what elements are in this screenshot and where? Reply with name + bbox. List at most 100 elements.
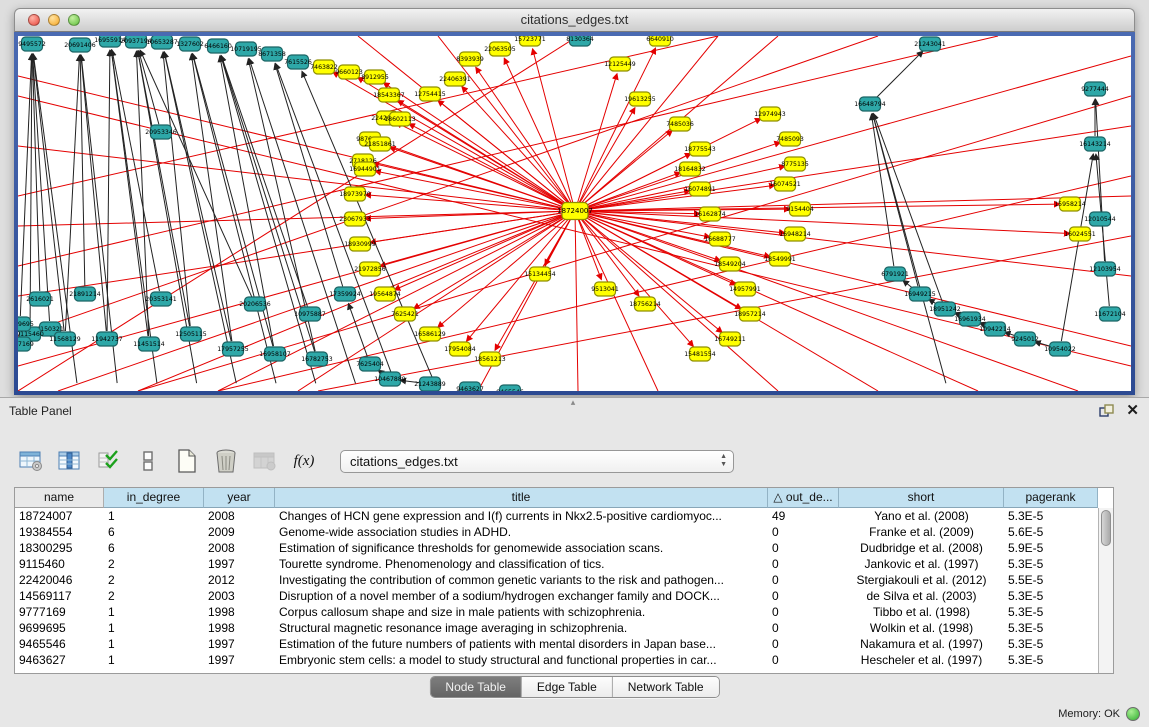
yellow-node[interactable]: 22406391	[439, 72, 471, 86]
column-header-pagerank[interactable]: pagerank	[1004, 488, 1098, 508]
teal-node[interactable]: 6791921	[881, 267, 909, 281]
zoom-window-icon[interactable]	[68, 14, 80, 26]
table-cell[interactable]: Stergiakouli et al. (2012)	[839, 572, 1004, 588]
yellow-node[interactable]: 18164832	[674, 162, 706, 176]
table-cell[interactable]: 5.3E-5	[1004, 508, 1098, 524]
yellow-node[interactable]: 9154404	[786, 202, 814, 216]
table-cell[interactable]: 49	[768, 508, 839, 524]
table-cell[interactable]: 9463627	[15, 652, 104, 668]
table-cell[interactable]: 0	[768, 588, 839, 604]
table-row[interactable]: 1872400712008Changes of HCN gene express…	[15, 508, 1098, 524]
table-cell[interactable]: 9777169	[15, 604, 104, 620]
table-cell[interactable]: 2008	[204, 540, 275, 556]
table-vertical-scrollbar[interactable]	[1098, 508, 1113, 673]
yellow-node[interactable]: 7625421	[391, 307, 419, 321]
table-cell[interactable]: Wolkin et al. (1998)	[839, 620, 1004, 636]
black-edge[interactable]	[1061, 154, 1093, 341]
red-edge[interactable]	[18, 146, 575, 211]
table-cell[interactable]: Genome-wide association studies in ADHD.	[275, 524, 768, 540]
table-cell[interactable]: 5.3E-5	[1004, 604, 1098, 620]
table-row[interactable]: 946362711997Embryonic stem cells: a mode…	[15, 652, 1098, 668]
delete-column-icon[interactable]	[211, 446, 241, 476]
table-cell[interactable]: 5.5E-5	[1004, 572, 1098, 588]
teal-node[interactable]: 1327602	[176, 37, 204, 51]
yellow-node[interactable]: 16074521	[769, 177, 801, 191]
table-cell[interactable]: Hescheler et al. (1997)	[839, 652, 1004, 668]
minimize-window-icon[interactable]	[48, 14, 60, 26]
teal-node[interactable]: 12010544	[1084, 212, 1116, 226]
yellow-node[interactable]: 16948214	[779, 227, 811, 241]
table-cell[interactable]: 0	[768, 572, 839, 588]
yellow-node[interactable]: 18549204	[714, 257, 746, 271]
table-cell[interactable]: Yano et al. (2008)	[839, 508, 1004, 524]
red-edge[interactable]	[504, 58, 571, 204]
yellow-node[interactable]: 6640910	[646, 36, 674, 46]
select-columns-icon[interactable]	[94, 446, 124, 476]
table-cell[interactable]: 1998	[204, 620, 275, 636]
yellow-node[interactable]: 19613255	[624, 92, 656, 106]
yellow-node[interactable]: 9513041	[591, 282, 619, 296]
table-cell[interactable]: 22420046	[15, 572, 104, 588]
create-column-icon[interactable]	[172, 446, 202, 476]
yellow-node[interactable]: 18756214	[629, 297, 661, 311]
table-cell[interactable]: Franke et al. (2009)	[839, 524, 1004, 540]
black-edge[interactable]	[348, 303, 367, 356]
teal-node[interactable]: 6466160	[204, 39, 232, 53]
network-canvas[interactable]: 9495572206914061695591420937194106532871…	[18, 36, 1131, 391]
teal-node[interactable]: 7625404	[356, 357, 384, 371]
table-cell[interactable]: 18300295	[15, 540, 104, 556]
teal-node[interactable]: 20691406	[64, 38, 96, 52]
black-edge[interactable]	[275, 64, 343, 287]
table-cell[interactable]: 1	[104, 604, 204, 620]
table-row[interactable]: 946554611997Estimation of the future num…	[15, 636, 1098, 652]
table-cell[interactable]: Tibbo et al. (1998)	[839, 604, 1004, 620]
teal-node[interactable]: 17359924	[329, 287, 361, 301]
teal-node[interactable]: 10975887	[294, 307, 326, 321]
table-cell[interactable]: Changes of HCN gene expression and I(f) …	[275, 508, 768, 524]
teal-node[interactable]: 17957255	[217, 342, 249, 356]
table-cell[interactable]: 1	[104, 620, 204, 636]
table-cell[interactable]: 0	[768, 652, 839, 668]
yellow-node[interactable]: 7485036	[666, 117, 694, 131]
rows-icon[interactable]	[133, 446, 163, 476]
teal-node[interactable]: 10954022	[1044, 342, 1076, 356]
teal-node[interactable]: 12505115	[175, 327, 207, 341]
column-header-title[interactable]: title	[275, 488, 768, 508]
black-edge[interactable]	[163, 52, 190, 326]
table-row[interactable]: 1830029562008Estimation of significance …	[15, 540, 1098, 556]
table-cell[interactable]: 0	[768, 540, 839, 556]
red-edge[interactable]	[397, 100, 568, 206]
table-cell[interactable]: 2009	[204, 524, 275, 540]
table-cell[interactable]: 1997	[204, 636, 275, 652]
teal-node[interactable]: 10467889	[374, 372, 406, 386]
table-cell[interactable]: Nakamura et al. (1997)	[839, 636, 1004, 652]
teal-node[interactable]: 16958107	[259, 347, 291, 361]
table-cell[interactable]: Investigating the contribution of common…	[275, 572, 768, 588]
red-edge[interactable]	[581, 216, 722, 333]
table-cell[interactable]: 0	[768, 524, 839, 540]
teal-node[interactable]: 9495572	[18, 37, 46, 51]
table-cell[interactable]: 1	[104, 652, 204, 668]
table-cell[interactable]: Dudbridge et al. (2008)	[839, 540, 1004, 556]
teal-node[interactable]: 11672104	[1094, 307, 1126, 321]
table-cell[interactable]: 5.9E-5	[1004, 540, 1098, 556]
teal-node[interactable]: 16143214	[1079, 137, 1111, 151]
red-edge[interactable]	[414, 215, 569, 309]
yellow-node[interactable]: 22063505	[484, 42, 516, 56]
teal-node[interactable]: 10719195	[230, 42, 262, 56]
black-edge[interactable]	[876, 51, 923, 98]
yellow-node[interactable]: 7485093	[776, 132, 804, 146]
teal-node[interactable]: 11451514	[133, 337, 165, 351]
table-cell[interactable]: Embryonic stem cells: a model to study s…	[275, 652, 768, 668]
red-edge[interactable]	[583, 172, 681, 208]
column-header-year[interactable]: year	[204, 488, 275, 508]
column-header-in_degree[interactable]: in_degree	[104, 488, 204, 508]
teal-node[interactable]: 9277444	[1081, 82, 1109, 96]
yellow-node[interactable]: 9660123	[335, 65, 363, 79]
red-edge[interactable]	[533, 49, 573, 204]
close-window-icon[interactable]	[28, 14, 40, 26]
teal-node[interactable]: 20206536	[239, 297, 271, 311]
teal-node[interactable]: 20353141	[145, 292, 177, 306]
tab-network-table[interactable]: Network Table	[613, 677, 719, 697]
table-cell[interactable]: 1998	[204, 604, 275, 620]
